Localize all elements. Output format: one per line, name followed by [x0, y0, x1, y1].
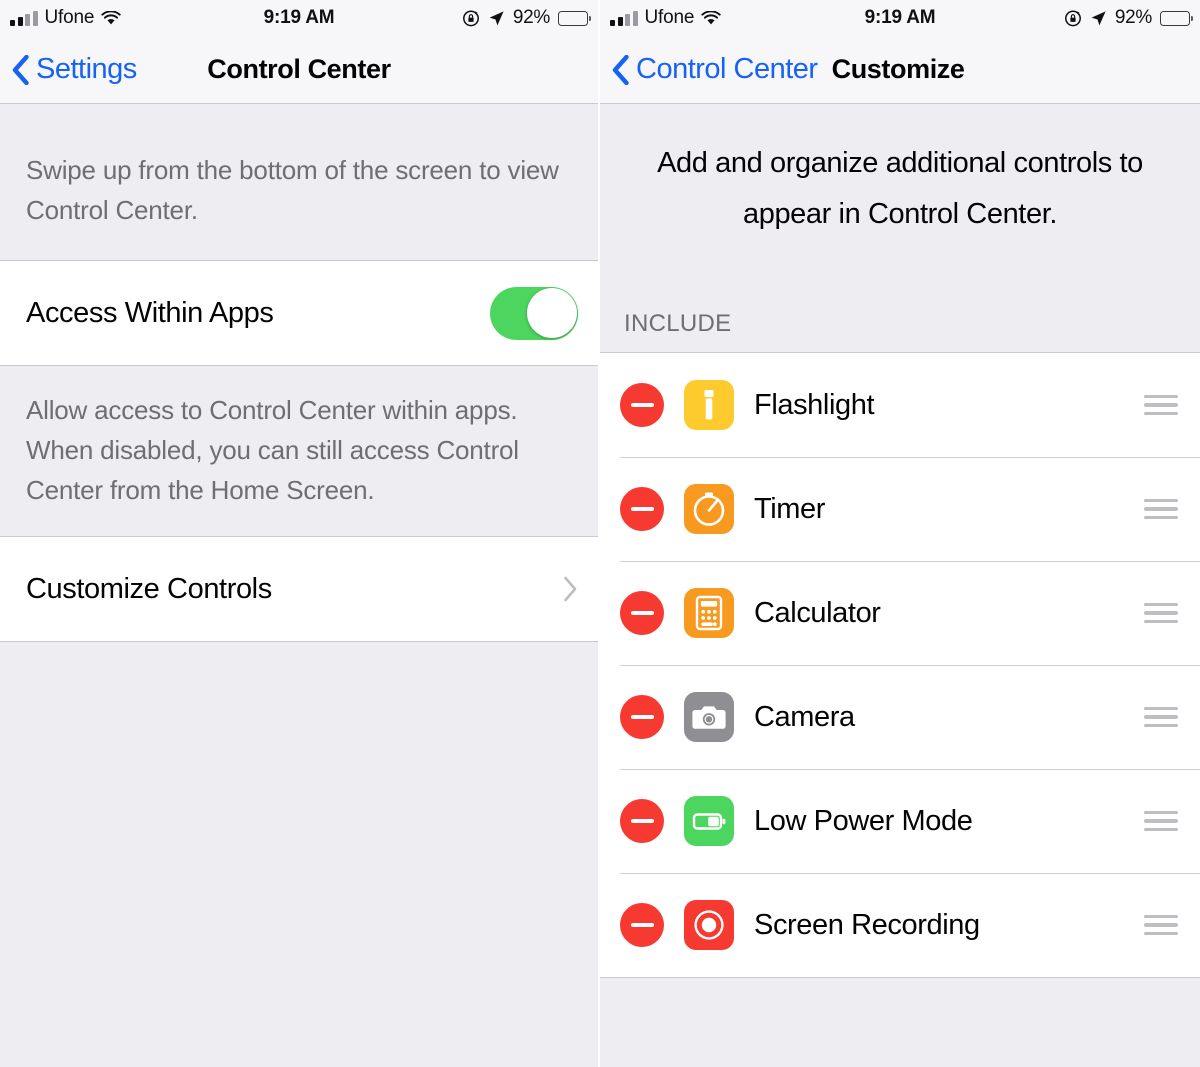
list-item[interactable]: Low Power Mode	[600, 769, 1200, 873]
page-title-right: Customize	[831, 54, 965, 84]
battery-percentage: 92%	[512, 7, 550, 28]
camera-icon	[684, 692, 734, 742]
access-within-apps-group: Access Within Apps	[0, 260, 598, 366]
reorder-handle-icon[interactable]	[1144, 602, 1178, 624]
reorder-handle-icon[interactable]	[1144, 706, 1178, 728]
include-section-header: INCLUDE	[624, 310, 732, 337]
toggle-knob	[526, 288, 577, 338]
battery-icon	[1160, 10, 1194, 26]
control-center-settings-screen: Ufone 9:19 AM 92% Settings Control Cente…	[0, 0, 600, 1067]
carrier-name: Ufone	[644, 7, 695, 28]
access-within-apps-toggle[interactable]	[490, 286, 578, 340]
customize-content: Add and organize additional controls to …	[600, 104, 1200, 1067]
status-bar-right: Ufone 9:19 AM 92%	[600, 0, 1200, 36]
list-item-label: Calculator	[754, 596, 881, 629]
chevron-left-icon	[612, 54, 629, 85]
settings-content-left: Swipe up from the bottom of the screen t…	[0, 104, 598, 1067]
wifi-icon	[101, 10, 121, 26]
back-button-label: Control Center	[636, 53, 818, 85]
back-button-settings[interactable]: Settings	[12, 53, 137, 86]
status-bar-right-group: 92%	[1064, 7, 1194, 29]
customize-controls-label: Customize Controls	[26, 572, 272, 605]
list-item-label: Low Power Mode	[754, 804, 973, 837]
status-bar-left-group: Ufone	[610, 7, 721, 29]
status-bar-left: Ufone 9:19 AM 92%	[0, 0, 598, 36]
rotation-lock-icon	[462, 9, 480, 27]
remove-minus-icon[interactable]	[620, 487, 664, 531]
status-bar-right-group: 92%	[462, 7, 592, 29]
list-item[interactable]: Camera	[600, 665, 1200, 769]
include-list: Flashlight Timer Calculator Camera Low P…	[600, 352, 1200, 978]
timer-icon	[684, 484, 734, 534]
reorder-handle-icon[interactable]	[1144, 498, 1178, 520]
access-within-apps-label: Access Within Apps	[26, 296, 274, 329]
chevron-right-icon	[563, 576, 578, 602]
chevron-left-icon	[12, 54, 29, 85]
back-button-control-center[interactable]: Control Center	[612, 53, 818, 86]
access-within-apps-note: Allow access to Control Center within ap…	[26, 395, 519, 505]
remove-minus-icon[interactable]	[620, 799, 664, 843]
list-item[interactable]: Calculator	[600, 561, 1200, 665]
wifi-icon	[701, 10, 721, 26]
dual-screenshot-container: Ufone 9:19 AM 92% Settings Control Cente…	[0, 0, 1200, 1067]
customize-controls-row[interactable]: Customize Controls	[0, 537, 598, 641]
rotation-lock-icon	[1064, 9, 1082, 27]
low-power-mode-icon	[684, 796, 734, 846]
carrier-name: Ufone	[44, 7, 95, 28]
battery-percentage: 92%	[1114, 7, 1152, 28]
remove-minus-icon[interactable]	[620, 591, 664, 635]
list-item-label: Screen Recording	[754, 908, 980, 941]
location-arrow-icon	[1090, 10, 1107, 27]
customize-controls-group: Customize Controls	[0, 536, 598, 642]
list-item[interactable]: Timer	[600, 457, 1200, 561]
screen-recording-icon	[684, 900, 734, 950]
list-item-label: Timer	[754, 492, 826, 525]
customize-intro-text: Add and organize additional controls to …	[657, 147, 1143, 230]
list-item[interactable]: Screen Recording	[600, 873, 1200, 977]
reorder-handle-icon[interactable]	[1144, 810, 1178, 832]
calculator-icon	[684, 588, 734, 638]
list-item[interactable]: Flashlight	[600, 353, 1200, 457]
list-item-label: Flashlight	[754, 388, 875, 421]
remove-minus-icon[interactable]	[620, 695, 664, 739]
navigation-bar-right: Control Center Customize	[600, 36, 1200, 104]
cellular-signal-icon	[10, 10, 38, 26]
status-bar-left-group: Ufone	[10, 7, 121, 29]
cellular-signal-icon	[610, 10, 638, 26]
customize-controls-screen: Ufone 9:19 AM 92% Control Center Customi…	[600, 0, 1200, 1067]
back-button-label: Settings	[36, 53, 137, 85]
flashlight-icon	[684, 380, 734, 430]
navigation-bar-left: Settings Control Center	[0, 36, 598, 104]
list-item-label: Camera	[754, 700, 855, 733]
battery-icon	[558, 10, 592, 26]
access-within-apps-row[interactable]: Access Within Apps	[0, 261, 598, 365]
reorder-handle-icon[interactable]	[1144, 914, 1178, 936]
reorder-handle-icon[interactable]	[1144, 394, 1178, 416]
remove-minus-icon[interactable]	[620, 903, 664, 947]
intro-note-text: Swipe up from the bottom of the screen t…	[26, 155, 559, 225]
location-arrow-icon	[488, 10, 505, 27]
remove-minus-icon[interactable]	[620, 383, 664, 427]
